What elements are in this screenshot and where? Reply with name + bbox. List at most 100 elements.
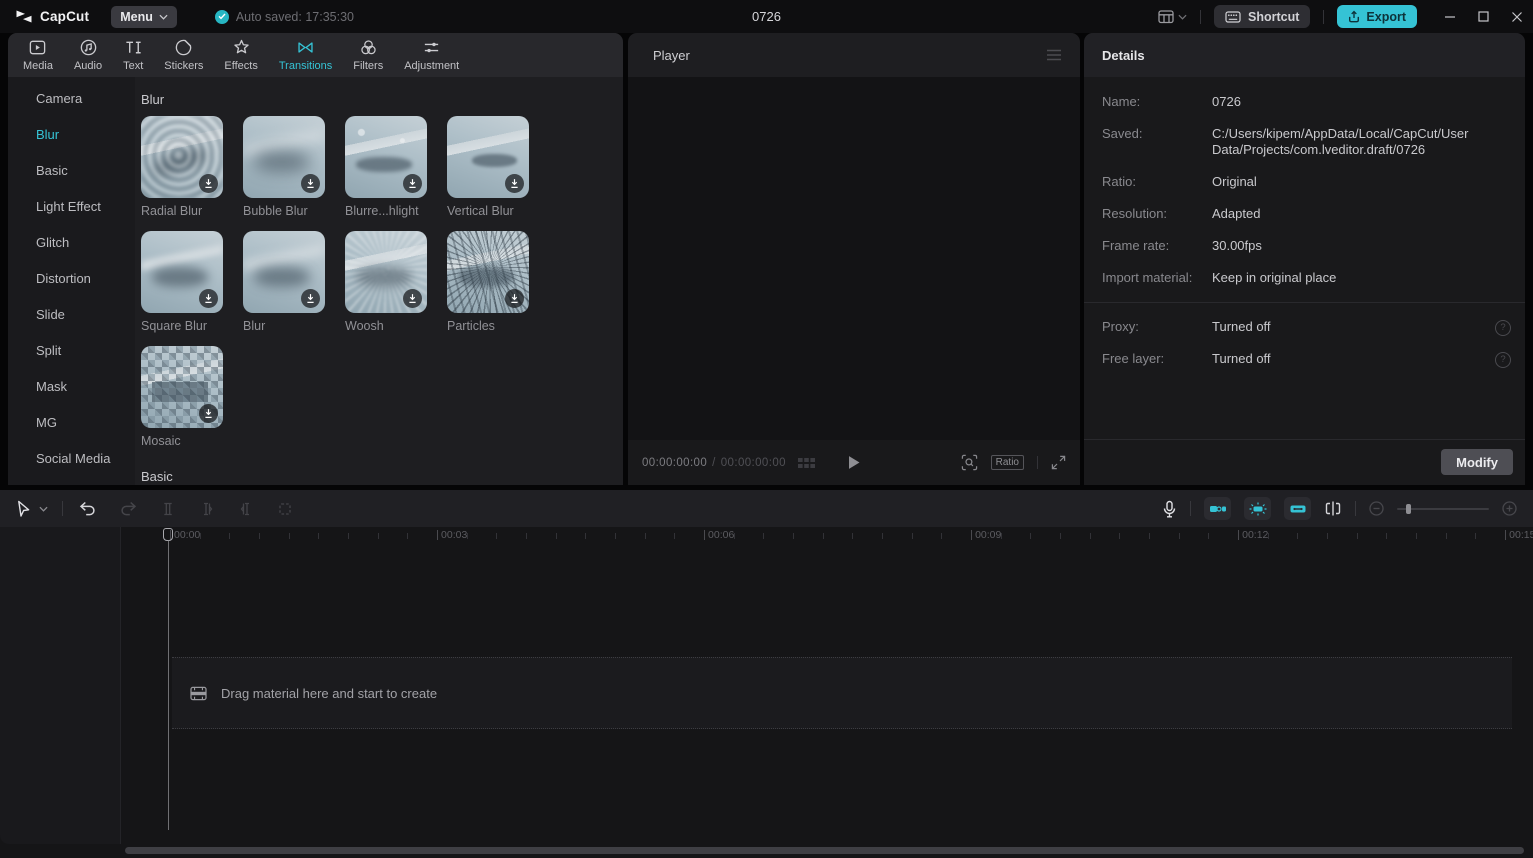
- transition-card[interactable]: Particles: [447, 231, 529, 333]
- menu-button[interactable]: Menu: [111, 6, 177, 28]
- tab-effects[interactable]: Effects: [224, 38, 257, 72]
- download-icon[interactable]: [403, 174, 422, 193]
- transition-card[interactable]: Woosh: [345, 231, 427, 333]
- modify-button[interactable]: Modify: [1441, 449, 1513, 475]
- tab-bar: Media Audio Text Stickers Effects Transitions…: [8, 33, 623, 77]
- sidebar-item-split[interactable]: Split: [8, 333, 135, 369]
- close-button[interactable]: [1511, 11, 1523, 23]
- transition-thumbnail[interactable]: [141, 346, 223, 428]
- sidebar-item-mask[interactable]: Mask: [8, 369, 135, 405]
- ruler-major-tick: [704, 530, 705, 540]
- detail-value: Turned off: [1212, 319, 1511, 335]
- tab-adjustment[interactable]: Adjustment: [404, 38, 459, 72]
- sidebar-item-blur[interactable]: Blur: [8, 117, 135, 153]
- delete-right-button[interactable]: [239, 502, 253, 516]
- transitions-grid: Radial BlurBubble BlurBlurre...hlightVer…: [141, 116, 623, 448]
- redo-button[interactable]: [120, 501, 137, 516]
- focus-zoom-icon[interactable]: [961, 454, 978, 471]
- maximize-button[interactable]: [1478, 11, 1489, 22]
- export-button[interactable]: Export: [1337, 5, 1417, 28]
- split-button[interactable]: [161, 502, 175, 516]
- ratio-button[interactable]: Ratio: [991, 455, 1024, 470]
- cursor-tool-dropdown[interactable]: [39, 506, 48, 512]
- preview-axis-toggle[interactable]: [1324, 501, 1342, 516]
- player-canvas[interactable]: [628, 77, 1080, 440]
- transition-thumbnail[interactable]: [141, 116, 223, 198]
- download-icon[interactable]: [199, 174, 218, 193]
- split-icon: [161, 502, 175, 516]
- tab-label: Text: [123, 60, 143, 72]
- transition-card[interactable]: Square Blur: [141, 231, 223, 333]
- horizontal-scrollbar[interactable]: [125, 847, 1524, 854]
- tab-media[interactable]: Media: [23, 38, 53, 72]
- sidebar-item-slide[interactable]: Slide: [8, 297, 135, 333]
- transition-thumbnail[interactable]: [447, 231, 529, 313]
- timeline-zoom-slider[interactable]: [1397, 508, 1489, 510]
- transition-card[interactable]: Blur: [243, 231, 325, 333]
- sidebar-item-basic[interactable]: Basic: [8, 153, 135, 189]
- shortcut-label: Shortcut: [1248, 10, 1299, 24]
- record-voiceover-button[interactable]: [1162, 500, 1177, 518]
- delete-left-button[interactable]: [200, 502, 214, 516]
- main-track-magnet-toggle[interactable]: [1204, 497, 1231, 520]
- sidebar-item-distortion[interactable]: Distortion: [8, 261, 135, 297]
- sidebar-item-light-effect[interactable]: Light Effect: [8, 189, 135, 225]
- player-menu-icon[interactable]: [1046, 49, 1062, 61]
- transition-thumbnail[interactable]: [243, 231, 325, 313]
- transition-thumbnail[interactable]: [345, 116, 427, 198]
- shortcut-button[interactable]: Shortcut: [1214, 5, 1310, 28]
- sidebar-item-social-media[interactable]: Social Media: [8, 441, 135, 477]
- download-icon[interactable]: [403, 289, 422, 308]
- detail-value: 0726: [1212, 94, 1511, 110]
- download-icon[interactable]: [199, 404, 218, 423]
- download-icon[interactable]: [199, 289, 218, 308]
- sidebar-item-camera[interactable]: Camera: [8, 81, 135, 117]
- auto-preview-toggle[interactable]: [1244, 497, 1271, 520]
- tab-text[interactable]: Text: [123, 38, 143, 72]
- undo-button[interactable]: [79, 501, 96, 516]
- timeline-dropzone[interactable]: Drag material here and start to create: [172, 657, 1512, 729]
- ruler-minor-tick: [1327, 533, 1328, 539]
- detail-row: Ratio:Original: [1102, 174, 1511, 190]
- frames-grid-icon[interactable]: [798, 457, 816, 469]
- transition-thumbnail[interactable]: [345, 231, 427, 313]
- cursor-tool-button[interactable]: [16, 500, 31, 517]
- tab-transitions[interactable]: Transitions: [279, 38, 332, 72]
- tab-stickers[interactable]: Stickers: [164, 38, 203, 72]
- sidebar-item-glitch[interactable]: Glitch: [8, 225, 135, 261]
- play-button[interactable]: [848, 455, 861, 470]
- minimize-button[interactable]: [1444, 11, 1456, 23]
- tab-label: Media: [23, 60, 53, 72]
- transition-card[interactable]: Blurre...hlight: [345, 116, 427, 218]
- link-toggle[interactable]: [1284, 497, 1311, 520]
- download-icon[interactable]: [505, 289, 524, 308]
- details-panel: Details Name:0726Saved:C:/Users/kipem/Ap…: [1084, 33, 1525, 485]
- tab-audio[interactable]: Audio: [74, 38, 102, 72]
- transition-card[interactable]: Mosaic: [141, 346, 223, 448]
- help-icon[interactable]: ?: [1495, 320, 1511, 336]
- transition-card[interactable]: Bubble Blur: [243, 116, 325, 218]
- fullscreen-icon[interactable]: [1051, 455, 1066, 470]
- layout-switch-button[interactable]: [1158, 10, 1187, 24]
- sidebar-item-mg[interactable]: MG: [8, 405, 135, 441]
- help-icon[interactable]: ?: [1495, 352, 1511, 368]
- transition-thumbnail[interactable]: [243, 116, 325, 198]
- download-icon[interactable]: [301, 174, 320, 193]
- tab-filters[interactable]: Filters: [353, 38, 383, 72]
- download-icon[interactable]: [301, 289, 320, 308]
- zoom-out-button[interactable]: [1369, 501, 1384, 516]
- ruler-label-text: 00:06: [708, 529, 734, 541]
- transition-thumbnail[interactable]: [141, 231, 223, 313]
- delete-button[interactable]: [278, 502, 292, 516]
- transition-thumbnail[interactable]: [447, 116, 529, 198]
- zoom-slider-handle[interactable]: [1406, 504, 1411, 514]
- effects-icon: [232, 38, 251, 57]
- detail-label: Import material:: [1102, 270, 1212, 286]
- zoom-in-button[interactable]: [1502, 501, 1517, 516]
- download-icon[interactable]: [505, 174, 524, 193]
- transition-card[interactable]: Vertical Blur: [447, 116, 529, 218]
- tab-label: Effects: [224, 60, 257, 72]
- detail-row: Frame rate:30.00fps: [1102, 238, 1511, 254]
- timeline-ruler[interactable]: 00:0000:0300:0600:0900:1200:15: [0, 527, 1533, 544]
- transition-card[interactable]: Radial Blur: [141, 116, 223, 218]
